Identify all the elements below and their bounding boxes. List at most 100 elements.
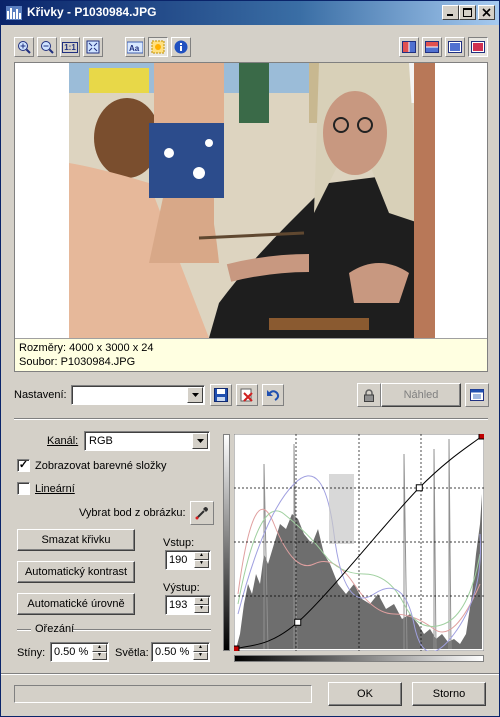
curve-editor[interactable]: [234, 434, 484, 651]
output-stepper[interactable]: ▲ ▼: [194, 597, 209, 613]
stepper-up-icon[interactable]: ▲: [92, 644, 107, 652]
output-value: 193: [169, 599, 188, 611]
output-spinbox[interactable]: 193 ▲ ▼: [165, 595, 211, 615]
settings-label: Nastavení:: [14, 389, 67, 401]
maximize-icon: [463, 8, 472, 17]
delete-preset-button[interactable]: [236, 384, 258, 406]
red-view-button[interactable]: [468, 37, 488, 57]
lock-preview-button[interactable]: [357, 383, 381, 407]
stepper-down-icon[interactable]: ▼: [92, 652, 107, 660]
undo-button[interactable]: [262, 384, 284, 406]
split-horizontal-icon: [425, 41, 439, 53]
stepper-down-icon[interactable]: ▼: [194, 560, 209, 568]
stepper-up-icon[interactable]: ▲: [193, 644, 208, 652]
curves-dialog: Křivky - P1030984.JPG 1:1 Aa Rozměry: 40…: [0, 0, 500, 717]
app-icon: [6, 6, 22, 20]
pick-point-label: Vybrat bod z obrázku:: [79, 507, 186, 519]
minimize-button[interactable]: [442, 5, 459, 20]
save-preset-button[interactable]: [210, 384, 232, 406]
shadows-spinbox[interactable]: 0.50 % ▲ ▼: [50, 642, 109, 662]
delete-icon: [240, 388, 253, 402]
settings-combobox[interactable]: [71, 385, 205, 405]
fit-window-icon: [86, 40, 100, 54]
split-vertical-icon: [402, 41, 416, 53]
stepper-down-icon[interactable]: ▼: [194, 605, 209, 613]
show-components-label: Zobrazovat barevné složky: [35, 460, 167, 472]
stepper-down-icon[interactable]: ▼: [193, 652, 208, 660]
preview-button[interactable]: Náhled: [381, 383, 461, 407]
zoom-out-button[interactable]: [37, 37, 57, 57]
clipping-label: Ořezání: [35, 623, 75, 635]
settings-dropdown-button[interactable]: [187, 387, 203, 403]
input-value: 190: [169, 554, 188, 566]
highlights-stepper[interactable]: ▲ ▼: [193, 644, 208, 660]
text-button[interactable]: Aa: [125, 37, 145, 57]
shadows-stepper[interactable]: ▲ ▼: [92, 644, 107, 660]
eyedropper-button[interactable]: [190, 501, 214, 525]
channel-combobox[interactable]: RGB: [84, 431, 210, 451]
zoom-out-icon: [41, 41, 54, 54]
linear-label-text: Lineární: [35, 483, 75, 495]
image-filename: Soubor: P1030984.JPG: [19, 356, 136, 368]
highlights-label: Světla:: [115, 647, 149, 659]
red-view-icon: [471, 41, 485, 53]
shadows-value: 0.50 %: [54, 646, 89, 658]
fit-window-button[interactable]: [83, 37, 103, 57]
footer-separator: [1, 673, 499, 675]
close-icon: [482, 8, 491, 17]
chevron-down-icon: [191, 393, 199, 397]
preview-button-label: Náhled: [403, 389, 439, 401]
channel-dropdown-button[interactable]: [192, 433, 208, 449]
clipping-separator-right: [73, 629, 211, 631]
sun-icon: [151, 40, 165, 54]
clipping-separator-left: [17, 629, 31, 631]
title-bar[interactable]: Křivky - P1030984.JPG: [1, 1, 499, 25]
curve-control-point[interactable]: [234, 645, 240, 651]
maximize-button[interactable]: [459, 5, 476, 20]
linear-label: Lineární: [35, 483, 75, 495]
image-info-bar: Rozměry: 4000 x 3000 x 24 Soubor: P10309…: [15, 338, 487, 371]
preview-window-button[interactable]: [465, 383, 489, 407]
text-icon: Aa: [127, 41, 143, 54]
zoom-in-button[interactable]: [14, 37, 34, 57]
eyedropper-icon: [195, 507, 208, 520]
stepper-up-icon[interactable]: ▲: [194, 597, 209, 605]
split-horizontal-button[interactable]: [422, 37, 442, 57]
svg-text:Aa: Aa: [129, 44, 140, 53]
clear-curve-button[interactable]: Smazat křivku: [17, 529, 135, 551]
highlight-button[interactable]: [148, 37, 168, 57]
stepper-up-icon[interactable]: ▲: [194, 552, 209, 560]
split-vertical-button[interactable]: [399, 37, 419, 57]
save-icon: [214, 388, 228, 402]
chevron-down-icon: [196, 439, 204, 443]
preview-photo: [69, 63, 435, 338]
show-components-checkbox[interactable]: ✓: [17, 459, 30, 472]
image-dimensions: Rozměry: 4000 x 3000 x 24: [19, 342, 154, 354]
image-preview[interactable]: Rozměry: 4000 x 3000 x 24 Soubor: P10309…: [14, 62, 488, 372]
highlights-spinbox[interactable]: 0.50 % ▲ ▼: [151, 642, 210, 662]
input-spinbox[interactable]: 190 ▲ ▼: [165, 550, 211, 570]
separator: [14, 418, 488, 420]
channel-label-text: Kanál:: [47, 435, 79, 447]
auto-contrast-button[interactable]: Automatický kontrast: [17, 561, 135, 583]
actual-size-icon: 1:1: [62, 41, 78, 53]
curve-control-point[interactable]: [478, 434, 484, 440]
cancel-button[interactable]: Storno: [412, 682, 486, 706]
auto-levels-button[interactable]: Automatické úrovně: [17, 593, 135, 615]
undo-icon: [267, 390, 280, 401]
single-view-button[interactable]: [445, 37, 465, 57]
curve-control-point[interactable]: [294, 618, 302, 626]
window-icon: [470, 389, 484, 401]
zoom-in-icon: [18, 41, 31, 54]
input-stepper[interactable]: ▲ ▼: [194, 552, 209, 568]
close-button[interactable]: [478, 5, 495, 20]
info-button[interactable]: [171, 37, 191, 57]
minimize-icon: [447, 14, 453, 16]
ok-label: OK: [357, 688, 373, 700]
curve-control-point[interactable]: [415, 484, 423, 492]
actual-size-button[interactable]: 1:1: [60, 37, 80, 57]
ok-button[interactable]: OK: [328, 682, 402, 706]
clear-curve-label: Smazat křivku: [41, 534, 111, 546]
output-gradient-bar: [223, 434, 230, 651]
linear-checkbox[interactable]: [17, 482, 30, 495]
